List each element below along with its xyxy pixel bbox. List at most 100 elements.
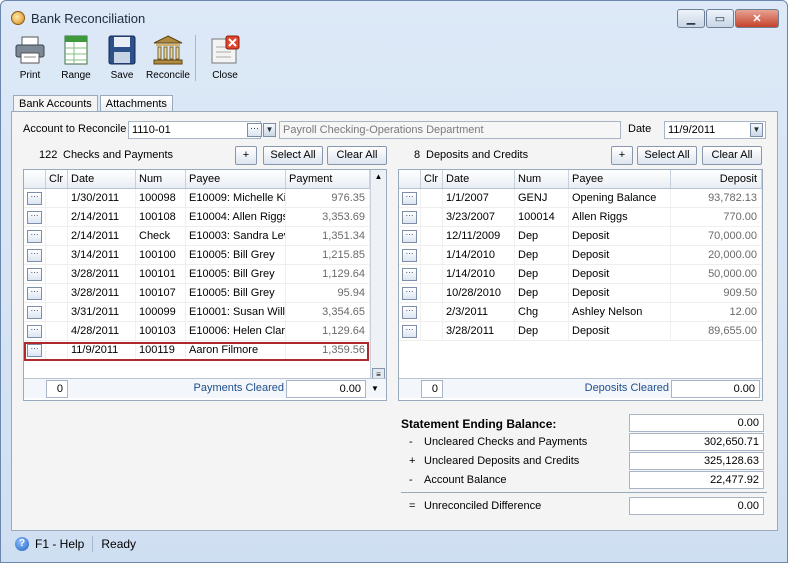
table-row[interactable]: ··· 10/28/2010 Dep Deposit 909.50 <box>399 284 762 303</box>
amount-cell: 93,782.13 <box>671 189 762 207</box>
table-row[interactable]: ··· 3/23/2007 100014 Allen Riggs 770.00 <box>399 208 762 227</box>
help-text[interactable]: F1 - Help <box>35 537 84 551</box>
clr-cell <box>421 265 443 283</box>
date-cell: 1/1/2007 <box>443 189 515 207</box>
row-detail-button[interactable]: ··· <box>402 324 417 338</box>
save-button[interactable]: Save <box>99 35 145 81</box>
table-row[interactable]: ··· 3/28/2011 100107 E10005: Bill Grey 95.94 <box>24 284 370 303</box>
deposits-clear-all-button[interactable]: Clear All <box>702 146 762 165</box>
row-detail-button[interactable]: ··· <box>402 267 417 281</box>
row-detail-button[interactable]: ··· <box>402 286 417 300</box>
account-description-field: Payroll Checking-Operations Department <box>279 121 621 139</box>
row-detail-button[interactable]: ··· <box>402 248 417 262</box>
table-row[interactable]: ··· 2/14/2011 100108 E10004: Allen Riggs 3,3… <box>24 208 370 227</box>
clr-cell <box>421 284 443 302</box>
row-select-cell: ··· <box>24 208 46 226</box>
col-clr[interactable]: Clr <box>46 170 68 188</box>
col-num[interactable]: Num <box>515 170 569 188</box>
clr-cell <box>421 322 443 340</box>
checks-scrollbar[interactable]: ▲ ≡ <box>370 170 386 382</box>
account-balance-value: 22,477.92 <box>629 471 764 489</box>
row-detail-button[interactable]: ··· <box>27 191 42 205</box>
close-window-button[interactable]: ✕ <box>735 9 779 28</box>
table-row[interactable]: ··· 1/14/2010 Dep Deposit 20,000.00 <box>399 246 762 265</box>
amount-cell: 20,000.00 <box>671 246 762 264</box>
scroll-up-icon[interactable]: ▲ <box>371 170 386 184</box>
account-balance-label: Account Balance <box>424 474 507 486</box>
summary-sign: - <box>409 474 413 486</box>
row-detail-button[interactable]: ··· <box>402 210 417 224</box>
close-document-icon <box>211 35 240 64</box>
col-date[interactable]: Date <box>443 170 515 188</box>
minimize-button[interactable]: ▁ <box>677 9 705 28</box>
col-payee[interactable]: Payee <box>569 170 671 188</box>
close-button[interactable]: Close <box>202 35 248 81</box>
reconcile-button[interactable]: Reconcile <box>145 35 191 81</box>
col-deposit[interactable]: Deposit <box>671 170 762 188</box>
help-icon[interactable]: ? <box>15 537 29 551</box>
print-button[interactable]: Print <box>7 35 53 81</box>
row-detail-button[interactable]: ··· <box>27 324 42 338</box>
row-detail-button[interactable]: ··· <box>27 286 42 300</box>
reconcile-label: Reconcile <box>146 70 190 81</box>
table-row[interactable]: ··· 3/31/2011 100099 E10001: Susan Willi 3,3… <box>24 303 370 322</box>
status-bar: ? F1 - Help Ready <box>1 533 787 555</box>
add-check-button[interactable]: + <box>235 146 257 165</box>
row-select-cell: ··· <box>24 246 46 264</box>
add-deposit-button[interactable]: + <box>611 146 633 165</box>
row-detail-button[interactable]: ··· <box>402 229 417 243</box>
checks-select-all-button[interactable]: Select All <box>263 146 323 165</box>
payee-cell: Deposit <box>569 227 671 245</box>
row-detail-button[interactable]: ··· <box>27 210 42 224</box>
checks-clear-all-button[interactable]: Clear All <box>327 146 387 165</box>
account-field[interactable]: 1110-01 <box>128 121 261 139</box>
date-cell: 3/28/2011 <box>68 284 136 302</box>
account-dropdown-button[interactable]: ▼ <box>263 123 276 137</box>
range-button[interactable]: Range <box>53 35 99 81</box>
row-detail-button[interactable]: ··· <box>27 267 42 281</box>
diff-sign: = <box>409 500 416 512</box>
table-row[interactable]: ··· 3/14/2011 100100 E10005: Bill Grey 1,215… <box>24 246 370 265</box>
col-num[interactable]: Num <box>136 170 186 188</box>
table-row[interactable]: ··· 1/30/2011 100098 E10009: Michelle Kir 97… <box>24 189 370 208</box>
col-payee[interactable]: Payee <box>186 170 286 188</box>
row-detail-button[interactable]: ··· <box>27 229 42 243</box>
clr-cell <box>421 303 443 321</box>
table-row[interactable]: ··· 3/28/2011 Dep Deposit 89,655.00 <box>399 322 762 341</box>
table-row[interactable]: ··· 2/14/2011 Check E10003: Sandra Lev 1,351… <box>24 227 370 246</box>
table-row[interactable]: ··· 3/28/2011 100101 E10005: Bill Grey 1,129… <box>24 265 370 284</box>
clr-cell <box>46 208 68 226</box>
table-row[interactable]: ··· 2/3/2011 Chg Ashley Nelson 12.00 <box>399 303 762 322</box>
maximize-button[interactable]: ▭ <box>706 9 734 28</box>
col-clr[interactable]: Clr <box>421 170 443 188</box>
scroll-down-icon[interactable]: ▼ <box>366 379 384 398</box>
ending-balance-field[interactable]: 0.00 <box>629 414 764 432</box>
maximize-icon: ▭ <box>714 13 726 25</box>
col-date[interactable]: Date <box>68 170 136 188</box>
date-cell: 1/30/2011 <box>68 189 136 207</box>
ending-balance-label: Statement Ending Balance: <box>401 417 557 431</box>
table-row[interactable]: ··· 12/11/2009 Dep Deposit 70,000.00 <box>399 227 762 246</box>
date-cell: 3/14/2011 <box>68 246 136 264</box>
date-cell: 12/11/2009 <box>443 227 515 245</box>
col-payment[interactable]: Payment <box>286 170 370 188</box>
ellipsis-icon: ··· <box>250 123 259 133</box>
date-dropdown-button[interactable]: ▼ <box>750 123 763 137</box>
row-detail-button[interactable]: ··· <box>27 305 42 319</box>
table-row[interactable]: ··· 1/14/2010 Dep Deposit 50,000.00 <box>399 265 762 284</box>
payee-cell: E10005: Bill Grey <box>186 265 286 283</box>
row-detail-button[interactable]: ··· <box>27 248 42 262</box>
bank-reconciliation-window: Bank Reconciliation ▁ ▭ ✕ Print Range Sa… <box>0 0 788 563</box>
uncleared-checks-value: 302,650.71 <box>629 433 764 451</box>
account-lookup-button[interactable]: ··· <box>247 123 262 137</box>
checks-grid-header: Clr Date Num Payee Payment <box>24 170 370 189</box>
table-row[interactable]: ··· 4/28/2011 100103 E10006: Helen Clark 1,1… <box>24 322 370 341</box>
table-row[interactable]: ··· 1/1/2007 GENJ Opening Balance 93,782.13 <box>399 189 762 208</box>
num-cell: Dep <box>515 322 569 340</box>
selected-row-highlight <box>24 342 369 361</box>
num-cell: Check <box>136 227 186 245</box>
row-detail-button[interactable]: ··· <box>402 191 417 205</box>
deposits-select-all-button[interactable]: Select All <box>637 146 697 165</box>
row-select-cell: ··· <box>24 303 46 321</box>
row-detail-button[interactable]: ··· <box>402 305 417 319</box>
